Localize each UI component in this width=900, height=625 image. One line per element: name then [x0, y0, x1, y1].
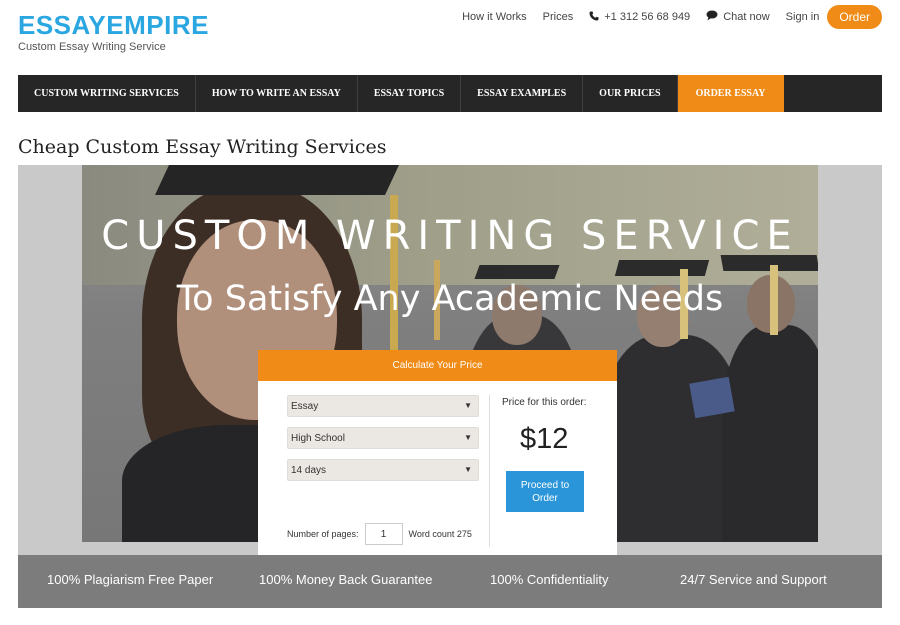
deadline-select[interactable]: 14 days ▼: [287, 459, 479, 481]
phone-link[interactable]: +1 312 56 68 949: [589, 11, 690, 24]
nav-custom-writing-services[interactable]: CUSTOM WRITING SERVICES: [18, 75, 196, 112]
logo[interactable]: ESSAYEMPIRE Custom Essay Writing Service: [18, 10, 209, 53]
chat-link[interactable]: Chat now: [706, 10, 770, 24]
hero-headline: CUSTOM WRITING SERVICE: [101, 213, 799, 259]
feature-money-back: 100% Money Back Guarantee: [259, 572, 433, 587]
price-value: $12: [520, 423, 569, 455]
calculator-body: Essay ▼ High School ▼ 14 days ▼ Number o…: [258, 381, 617, 555]
order-button[interactable]: Order: [827, 5, 882, 29]
nav-our-prices[interactable]: OUR PRICES: [583, 75, 678, 112]
hero-banner: CUSTOM WRITING SERVICE To Satisfy Any Ac…: [18, 165, 882, 555]
how-it-works-link[interactable]: How it Works: [462, 11, 527, 23]
page-title: Cheap Custom Essay Writing Services: [18, 136, 387, 158]
logo-title: ESSAYEMPIRE: [18, 10, 209, 40]
price-label: Price for this order:: [502, 397, 587, 408]
chat-bubble-icon: [706, 10, 718, 24]
nav-essay-examples[interactable]: ESSAY EXAMPLES: [461, 75, 584, 112]
pages-row: Number of pages: 1 Word count 275: [287, 523, 472, 545]
phone-number: +1 312 56 68 949: [604, 11, 691, 23]
chevron-down-icon: ▼: [464, 433, 472, 442]
chat-label: Chat now: [723, 11, 770, 23]
prices-link[interactable]: Prices: [543, 11, 574, 23]
top-navigation: How it Works Prices +1 312 56 68 949 Cha…: [462, 5, 882, 29]
feature-support: 24/7 Service and Support: [680, 572, 827, 587]
proceed-to-order-button[interactable]: Proceed to Order: [506, 471, 584, 512]
sign-in-link[interactable]: Sign in: [786, 11, 820, 23]
pages-label: Number of pages:: [287, 529, 359, 539]
word-count: Word count 275: [408, 529, 472, 539]
nav-essay-topics[interactable]: ESSAY TOPICS: [358, 75, 462, 112]
academic-level-value: High School: [291, 432, 345, 444]
main-navigation: CUSTOM WRITING SERVICES HOW TO WRITE AN …: [18, 75, 882, 112]
feature-confidentiality: 100% Confidentiality: [490, 572, 609, 587]
divider: [489, 395, 490, 547]
phone-icon: [589, 11, 599, 24]
hero-subheadline: To Satisfy Any Academic Needs: [176, 279, 724, 319]
chevron-down-icon: ▼: [464, 465, 472, 474]
paper-type-select[interactable]: Essay ▼: [287, 395, 479, 417]
chevron-down-icon: ▼: [464, 401, 472, 410]
nav-order-essay[interactable]: ORDER ESSAY: [677, 75, 784, 112]
deadline-value: 14 days: [291, 464, 327, 476]
logo-subtitle: Custom Essay Writing Service: [18, 41, 166, 53]
calculator-title: Calculate Your Price: [258, 350, 617, 381]
academic-level-select[interactable]: High School ▼: [287, 427, 479, 449]
price-calculator: Calculate Your Price Essay ▼ High School…: [258, 350, 617, 555]
paper-type-value: Essay: [291, 400, 319, 412]
pages-input[interactable]: 1: [364, 523, 403, 545]
features-bar: 100% Plagiarism Free Paper 100% Money Ba…: [18, 555, 882, 608]
nav-how-to-write-an-essay[interactable]: HOW TO WRITE AN ESSAY: [196, 75, 358, 112]
feature-plagiarism-free: 100% Plagiarism Free Paper: [47, 572, 214, 587]
